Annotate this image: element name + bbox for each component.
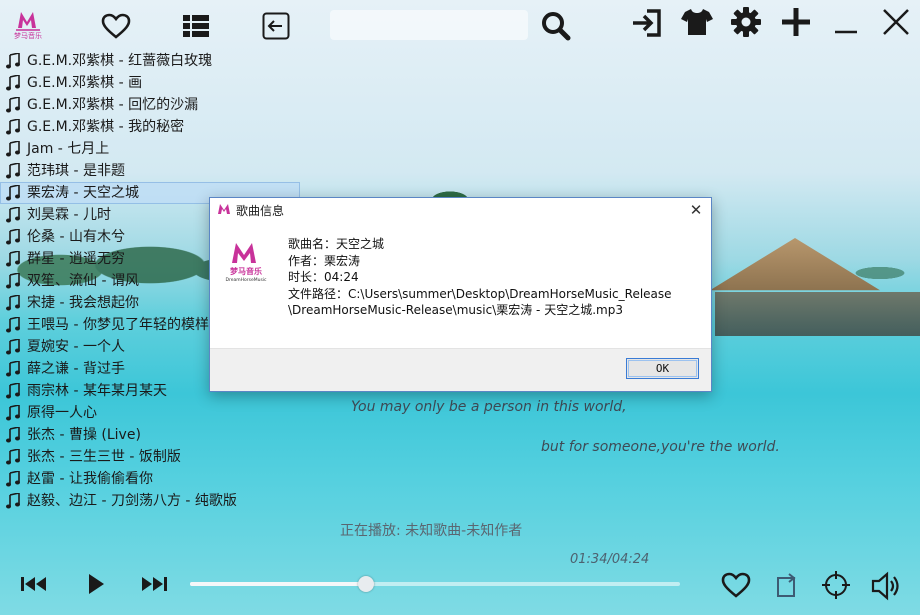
music-note-icon <box>6 250 20 267</box>
top-toolbar: 梦马音乐 <box>0 0 920 50</box>
playlist-item-label: 栗宏涛 - 天空之城 <box>27 185 139 201</box>
music-note-icon <box>6 184 20 201</box>
music-note-icon <box>6 294 20 311</box>
playlist-item-label: 张杰 - 曹操 (Live) <box>27 427 141 443</box>
progress-bar[interactable] <box>190 576 680 592</box>
playlist-item[interactable]: G.E.M.邓紫棋 - 我的秘密 <box>0 116 300 138</box>
playlist-item-label: 双笙、流仙 - 谓风 <box>27 273 139 289</box>
music-note-icon <box>6 228 20 245</box>
repeat-icon[interactable] <box>771 571 801 601</box>
previous-track-icon[interactable] <box>20 574 48 594</box>
music-note-icon <box>6 96 20 113</box>
dialog-titlebar: 歌曲信息 ✕ <box>210 198 711 223</box>
playlist-item[interactable]: G.E.M.邓紫棋 - 红蔷薇白玫瑰 <box>0 50 300 72</box>
now-playing-text: 正在播放: 未知歌曲-未知作者 <box>340 523 523 539</box>
music-note-icon <box>6 360 20 377</box>
playlist-item[interactable]: 原得一人心 <box>0 402 300 424</box>
playlist-item-label: 伦桑 - 山有木兮 <box>27 229 125 245</box>
list-icon[interactable] <box>183 13 209 39</box>
dialog-song-details: 歌曲名：天空之城 作者：栗宏涛 时长：04:24 文件路径：C:\Users\s… <box>288 236 672 319</box>
playlist-item-label: 赵毅、边江 - 刀剑荡八方 - 纯歌版 <box>27 493 237 509</box>
music-note-icon <box>6 338 20 355</box>
plus-icon[interactable] <box>780 6 812 38</box>
playlist-item-label: 范玮琪 - 是非题 <box>27 163 125 179</box>
music-note-icon <box>6 74 20 91</box>
song-info-dialog: 歌曲信息 ✕ 梦马音乐 DreamHorseMusic 歌曲名：天空之城 作者：… <box>209 197 712 392</box>
playlist-item-label: G.E.M.邓紫棋 - 红蔷薇白玫瑰 <box>27 53 213 69</box>
dialog-title: 歌曲信息 <box>236 204 285 218</box>
music-note-icon <box>6 162 20 179</box>
playlist-item[interactable]: 张杰 - 曹操 (Live) <box>0 424 300 446</box>
music-note-icon <box>6 118 20 135</box>
lyric-line-2: but for someone,you're the world. <box>541 439 780 455</box>
dialog-footer: OK <box>210 348 711 391</box>
playlist-item-label: 薛之谦 - 背过手 <box>27 361 125 377</box>
dialog-logo-icon <box>215 202 233 219</box>
playback-time: 01:34/04:24 <box>570 552 650 567</box>
volume-icon[interactable] <box>871 570 903 602</box>
playlist-item[interactable]: 范玮琪 - 是非题 <box>0 160 300 182</box>
search-input[interactable] <box>330 10 528 40</box>
music-note-icon <box>6 470 20 487</box>
playlist-item-label: 刘昊霖 - 儿时 <box>27 207 111 223</box>
music-note-icon <box>6 426 20 443</box>
playlist-item-label: G.E.M.邓紫棋 - 画 <box>27 75 143 91</box>
music-note-icon <box>6 448 20 465</box>
playlist-item-label: 张杰 - 三生三世 - 饭制版 <box>27 449 181 465</box>
music-note-icon <box>6 316 20 333</box>
logo-text: 梦马音乐 <box>14 31 42 40</box>
favorite-heart-icon[interactable] <box>720 571 752 599</box>
background-hut-deck <box>715 292 920 336</box>
music-note-icon <box>6 52 20 69</box>
author-line: 作者：栗宏涛 <box>288 253 361 268</box>
dialog-body: 梦马音乐 DreamHorseMusic 歌曲名：天空之城 作者：栗宏涛 时长：… <box>210 223 711 348</box>
playlist-item-label: 群星 - 逍遥无穷 <box>27 251 125 267</box>
playlist-item-label: 原得一人心 <box>27 405 97 421</box>
music-note-icon <box>6 492 20 509</box>
playlist-item[interactable]: 赵毅、边江 - 刀剑荡八方 - 纯歌版 <box>0 490 300 512</box>
ok-button[interactable]: OK <box>626 358 699 379</box>
dialog-app-logo: 梦马音乐 DreamHorseMusic <box>222 235 270 283</box>
playlist-item-label: 王喂马 - 你梦见了年轻的模样 <box>27 317 209 333</box>
playlist-item-label: G.E.M.邓紫棋 - 我的秘密 <box>27 119 185 135</box>
search-icon[interactable] <box>540 10 572 42</box>
close-icon[interactable] <box>881 7 911 37</box>
playlist-item-label: 雨宗林 - 某年某月某天 <box>27 383 167 399</box>
gear-icon[interactable] <box>730 6 762 38</box>
duration-line: 时长：04:24 <box>288 270 359 284</box>
progress-knob[interactable] <box>358 576 375 592</box>
crosshair-icon[interactable] <box>822 571 850 599</box>
playlist-item[interactable]: 赵雷 - 让我偷偷看你 <box>0 468 300 490</box>
music-note-icon <box>6 272 20 289</box>
heart-icon[interactable] <box>100 12 132 40</box>
playlist-item-label: 夏婉安 - 一个人 <box>27 339 125 355</box>
playlist-item-label: 赵雷 - 让我偷偷看你 <box>27 471 153 487</box>
progress-fill <box>190 582 367 586</box>
file-path-line-1: 文件路径：C:\Users\summer\Desktop\DreamHorseM… <box>288 286 672 301</box>
song-name-line: 歌曲名：天空之城 <box>288 237 385 251</box>
shirt-icon[interactable] <box>680 7 714 37</box>
music-note-icon <box>6 206 20 223</box>
playlist-item[interactable]: G.E.M.邓紫棋 - 画 <box>0 72 300 94</box>
dialog-logo-subtext: DreamHorseMusic <box>225 277 267 283</box>
dialog-logo-text: 梦马音乐 <box>229 266 262 276</box>
app-logo[interactable]: 梦马音乐 <box>12 8 44 40</box>
file-path-line-2: \DreamHorseMusic-Release\music\栗宏涛 - 天空之… <box>288 303 623 317</box>
music-note-icon <box>6 140 20 157</box>
music-note-icon <box>6 404 20 421</box>
sign-in-icon[interactable] <box>630 7 664 39</box>
play-icon[interactable] <box>86 572 106 596</box>
playlist-item-label: Jam - 七月上 <box>27 141 110 157</box>
playlist-item[interactable]: 张杰 - 三生三世 - 饭制版 <box>0 446 300 468</box>
playlist-item[interactable]: G.E.M.邓紫棋 - 回忆的沙漏 <box>0 94 300 116</box>
playlist-item-label: 宋捷 - 我会想起你 <box>27 295 139 311</box>
playlist-item-label: G.E.M.邓紫棋 - 回忆的沙漏 <box>27 97 199 113</box>
playlist-item[interactable]: Jam - 七月上 <box>0 138 300 160</box>
next-track-icon[interactable] <box>140 574 168 594</box>
minimize-icon[interactable] <box>834 14 858 36</box>
dialog-close-button[interactable]: ✕ <box>687 201 705 219</box>
lyric-line-1: You may only be a person in this world, <box>351 399 627 415</box>
back-arrow-icon[interactable] <box>262 12 290 40</box>
music-note-icon <box>6 382 20 399</box>
